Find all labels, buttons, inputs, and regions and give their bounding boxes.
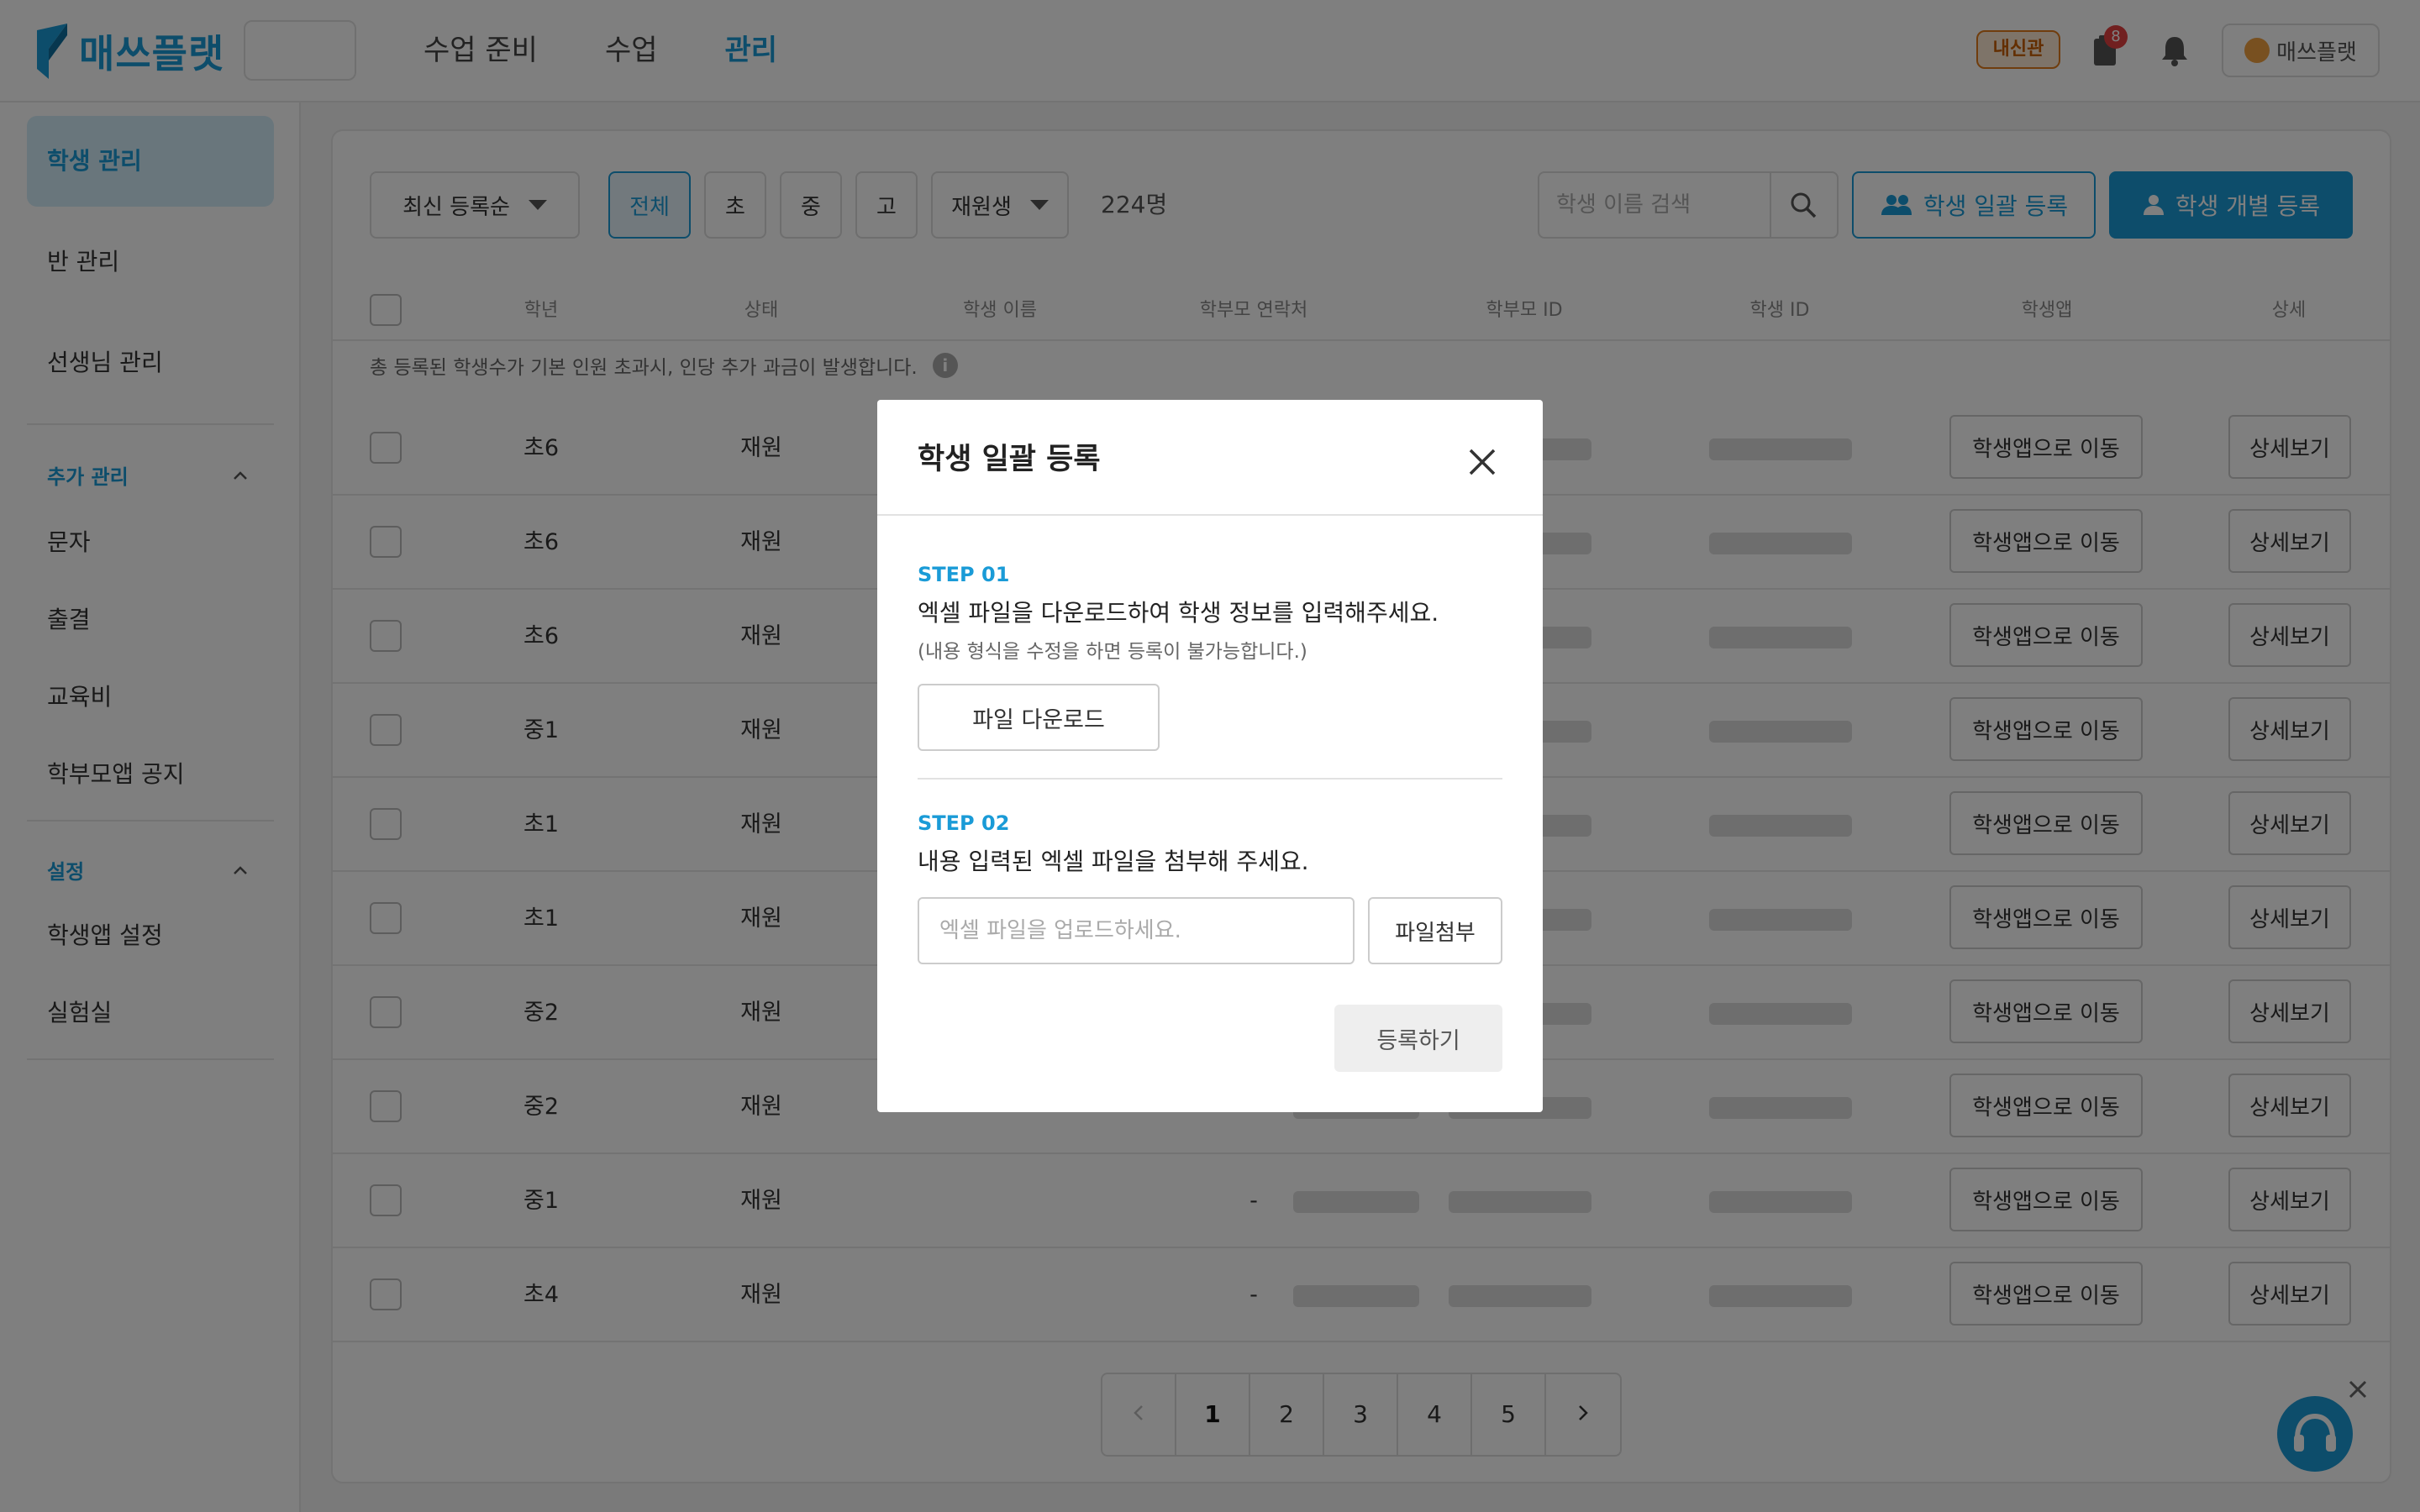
step1-label: STEP 01 bbox=[918, 563, 1010, 586]
bulk-register-modal: 학생 일괄 등록 STEP 01 엑셀 파일을 다운로드하여 학생 정보를 입력… bbox=[877, 400, 1543, 1112]
step1-description: 엑셀 파일을 다운로드하여 학생 정보를 입력해주세요. bbox=[918, 599, 1439, 627]
file-download-button[interactable]: 파일 다운로드 bbox=[918, 684, 1160, 751]
step2-label: STEP 02 bbox=[918, 811, 1010, 835]
modal-header: 학생 일괄 등록 bbox=[877, 400, 1543, 516]
step2-description: 내용 입력된 엑셀 파일을 첨부해 주세요. bbox=[918, 848, 1309, 875]
modal-title: 학생 일괄 등록 bbox=[918, 443, 1101, 476]
file-attach-button[interactable]: 파일첨부 bbox=[1368, 897, 1502, 964]
register-submit-button[interactable]: 등록하기 bbox=[1334, 1005, 1502, 1072]
upload-file-input[interactable] bbox=[918, 897, 1355, 964]
close-icon[interactable] bbox=[1467, 447, 1497, 477]
step1-note: (내용 형식을 수정을 하면 등록이 불가능합니다.) bbox=[918, 641, 1307, 663]
modal-divider bbox=[918, 778, 1502, 780]
